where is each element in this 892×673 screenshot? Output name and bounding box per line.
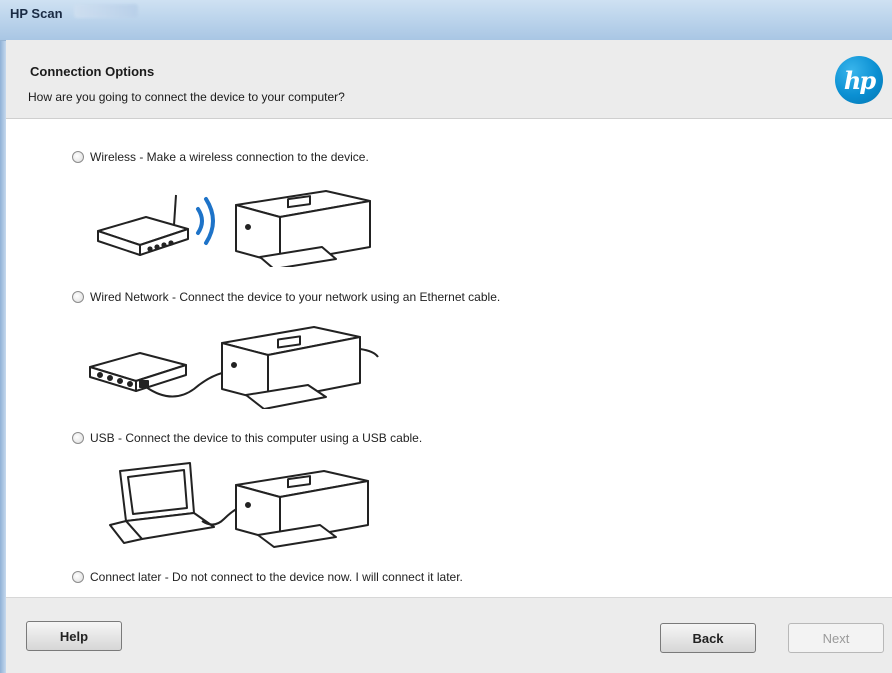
option-usb[interactable]: USB - Connect the device to this compute… — [72, 431, 422, 445]
wifi-waves-icon — [196, 197, 215, 245]
radio-wired-network[interactable] — [72, 291, 84, 303]
title-redacted-text — [74, 4, 138, 18]
option-wired-network[interactable]: Wired Network - Connect the device to yo… — [72, 290, 500, 304]
radio-usb[interactable] — [72, 432, 84, 444]
radio-connect-later[interactable] — [72, 571, 84, 583]
option-wired-network-label: Wired Network - Connect the device to yo… — [90, 290, 501, 304]
printer-icon — [221, 326, 379, 409]
laptop-icon — [109, 462, 215, 544]
usb-illustration — [109, 462, 369, 548]
printer-icon — [235, 470, 369, 548]
option-connect-later-label: Connect later - Do not connect to the de… — [90, 570, 463, 584]
page-title: Connection Options — [30, 64, 155, 79]
option-connect-later[interactable]: Connect later - Do not connect to the de… — [72, 570, 463, 584]
hp-logo-icon: hp — [835, 56, 883, 104]
option-usb-label: USB - Connect the device to this compute… — [90, 431, 423, 445]
wireless-illustration — [97, 190, 371, 267]
back-button[interactable]: Back — [660, 623, 756, 653]
next-button[interactable]: Next — [788, 623, 884, 653]
title-bar[interactable]: HP Scan — [0, 0, 892, 41]
connection-options-panel: Wireless - Make a wireless connection to… — [6, 119, 892, 597]
page-header: Connection Options How are you going to … — [6, 40, 892, 119]
printer-icon — [235, 190, 371, 267]
button-bar: Help Back Next — [6, 597, 892, 673]
wired-network-illustration — [89, 326, 379, 409]
window-title: HP Scan — [10, 6, 63, 21]
help-button[interactable]: Help — [26, 621, 122, 651]
option-wireless[interactable]: Wireless - Make a wireless connection to… — [72, 150, 369, 164]
page-subtitle: How are you going to connect the device … — [28, 90, 345, 104]
network-switch-icon — [89, 352, 187, 392]
radio-wireless[interactable] — [72, 151, 84, 163]
hp-scan-window: HP Scan Connection Options How are you g… — [0, 0, 892, 673]
option-wireless-label: Wireless - Make a wireless connection to… — [90, 150, 369, 164]
router-icon — [97, 194, 189, 256]
